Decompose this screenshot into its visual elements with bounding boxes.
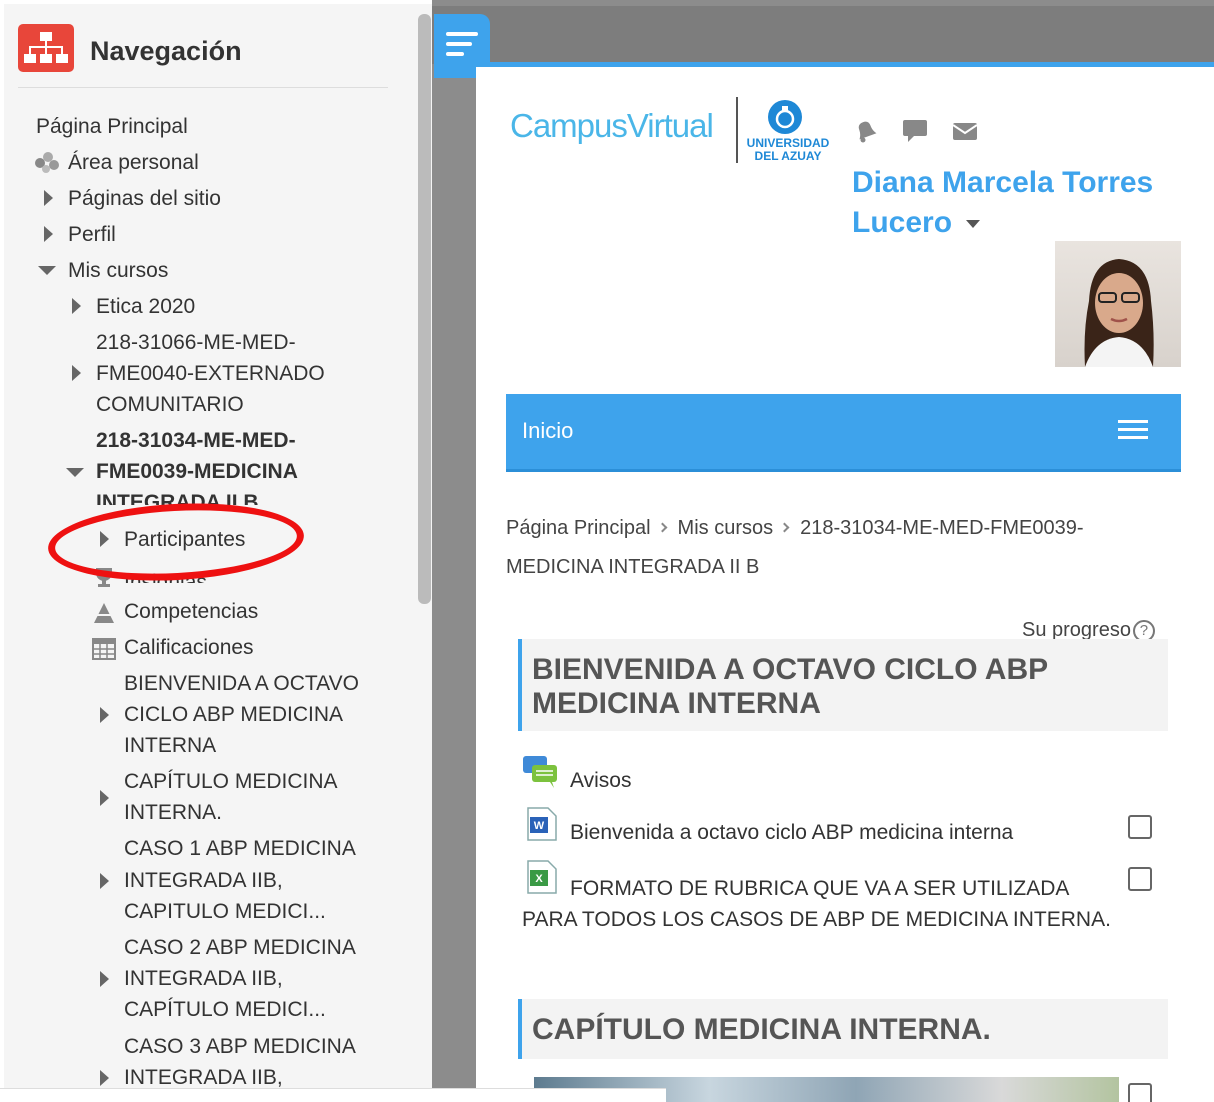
chevron-down-icon[interactable] xyxy=(966,220,981,229)
mail-icon[interactable] xyxy=(952,119,978,143)
sidebar-item-section4-line1[interactable]: CASO 2 ABP MEDICINA xyxy=(124,932,356,963)
activity-forum-link[interactable]: Avisos xyxy=(570,769,631,793)
user-menu[interactable]: Diana Marcela Torres Lucero xyxy=(852,163,1172,243)
nav-home-link[interactable]: Inicio xyxy=(522,418,573,444)
nav-title: Navegación xyxy=(90,36,242,66)
sidebar-item-course-externado-line2[interactable]: FME0040-EXTERNADO xyxy=(96,358,325,389)
sidebar-item-dashboard[interactable]: Área personal xyxy=(68,147,199,178)
chevron-right-icon xyxy=(779,522,790,533)
main-nav-bar: Inicio xyxy=(506,394,1181,472)
sidebar-item-course-medicina-line2[interactable]: FME0039-MEDICINA xyxy=(96,456,298,487)
main-content: CampusVirtual UNIVERSIDAD DEL AZUAY Dian… xyxy=(476,62,1214,1102)
competencies-icon xyxy=(92,602,116,629)
sidebar-item-grades[interactable]: Calificaciones xyxy=(124,632,254,663)
sidebar-item-competencies[interactable]: Competencias xyxy=(124,596,258,627)
breadcrumb-item[interactable]: Mis cursos xyxy=(678,517,774,539)
sidebar-item-my-courses[interactable]: Mis cursos xyxy=(68,255,168,286)
nav-header: Navegación xyxy=(18,24,388,88)
sidebar-item-course-medicina-line1[interactable]: 218-31034-ME-MED- xyxy=(96,425,296,456)
word-doc-icon: W xyxy=(526,807,558,841)
expand-arrow-icon[interactable] xyxy=(72,298,81,314)
section-title: BIENVENIDA A OCTAVO CICLO ABP MEDICINA I… xyxy=(518,639,1168,731)
expand-arrow-icon[interactable] xyxy=(100,1070,109,1086)
sidebar-item-section2-line2[interactable]: INTERNA. xyxy=(124,797,222,828)
expand-arrow-icon[interactable] xyxy=(72,365,81,381)
collapse-arrow-icon[interactable] xyxy=(66,468,84,477)
progress-label: Su progreso xyxy=(1022,619,1131,641)
breadcrumb-item[interactable]: Página Principal xyxy=(506,517,651,539)
expand-arrow-icon[interactable] xyxy=(100,707,109,723)
sidebar-item-profile[interactable]: Perfil xyxy=(68,219,116,250)
bell-icon[interactable] xyxy=(852,119,878,143)
university-name: UNIVERSIDAD DEL AZUAY xyxy=(746,136,830,163)
sidebar-item-section1-line1[interactable]: BIENVENIDA A OCTAVO xyxy=(124,668,359,699)
sidebar-item-course-externado-line3[interactable]: COMUNITARIO xyxy=(96,389,244,420)
collapse-arrow-icon[interactable] xyxy=(38,266,56,275)
sidebar-item-course-externado-line1[interactable]: 218-31066-ME-MED- xyxy=(96,327,296,358)
sidebar-item-site-pages[interactable]: Páginas del sitio xyxy=(68,183,221,214)
sidebar-item-section3-line2[interactable]: INTEGRADA IIB, xyxy=(124,865,283,896)
sidebar-item-course-medicina-line3[interactable]: INTEGRADA II B xyxy=(96,487,259,505)
sidebar-item-section3-line3[interactable]: CAPITULO MEDICI... xyxy=(124,896,326,927)
svg-text:W: W xyxy=(534,820,545,832)
chevron-right-icon xyxy=(657,522,667,533)
dashboard-icon xyxy=(34,151,60,180)
completion-checkbox[interactable] xyxy=(1128,867,1152,891)
sidebar-item-section4-line3[interactable]: CAPÍTULO MEDICI... xyxy=(124,994,326,1025)
activity-welcome-doc-link[interactable]: Bienvenida a octavo ciclo ABP medicina i… xyxy=(570,821,1013,845)
expand-arrow-icon[interactable] xyxy=(44,190,53,206)
grades-table-icon xyxy=(92,638,116,665)
browser-status-bar xyxy=(0,1088,666,1102)
forum-icon xyxy=(522,755,557,788)
sitemap-icon xyxy=(18,24,74,72)
university-emblem-icon xyxy=(768,100,802,134)
avatar[interactable] xyxy=(1055,241,1181,367)
expand-arrow-icon[interactable] xyxy=(100,971,109,987)
activity-rubric-link[interactable]: FORMATO DE RUBRICA QUE VA A SER UTILIZAD… xyxy=(522,873,1122,935)
section-title: CAPÍTULO MEDICINA INTERNA. xyxy=(518,999,1168,1059)
logo-divider xyxy=(736,97,738,163)
sidebar-item-section1-line2[interactable]: CICLO ABP MEDICINA xyxy=(124,699,343,730)
sidebar-item-course-etica[interactable]: Etica 2020 xyxy=(96,291,195,322)
expand-arrow-icon[interactable] xyxy=(44,226,53,242)
sidebar-item-section2-line1[interactable]: CAPÍTULO MEDICINA xyxy=(124,766,338,797)
sidebar-item-section4-line2[interactable]: INTEGRADA IIB, xyxy=(124,963,283,994)
top-strip xyxy=(432,6,1214,64)
sidebar-item-section1-line3[interactable]: INTERNA xyxy=(124,730,216,761)
sidebar-item-section3-line1[interactable]: CASO 1 ABP MEDICINA xyxy=(124,833,356,864)
completion-checkbox[interactable] xyxy=(1128,1083,1152,1102)
chat-icon[interactable] xyxy=(902,119,928,143)
campus-virtual-logo[interactable]: CampusVirtual xyxy=(510,107,714,145)
sidebar-item-section5-line1[interactable]: CASO 3 ABP MEDICINA xyxy=(124,1031,356,1062)
sidebar-scrollbar[interactable] xyxy=(418,14,431,604)
expand-arrow-icon[interactable] xyxy=(100,790,109,806)
breadcrumb: Página Principal Mis cursos 218-31034-ME-M… xyxy=(506,509,1166,587)
completion-checkbox[interactable] xyxy=(1128,815,1152,839)
user-name[interactable]: Diana Marcela Torres Lucero xyxy=(852,166,1153,239)
sidebar-item-home[interactable]: Página Principal xyxy=(36,111,188,142)
expand-arrow-icon[interactable] xyxy=(100,873,109,889)
